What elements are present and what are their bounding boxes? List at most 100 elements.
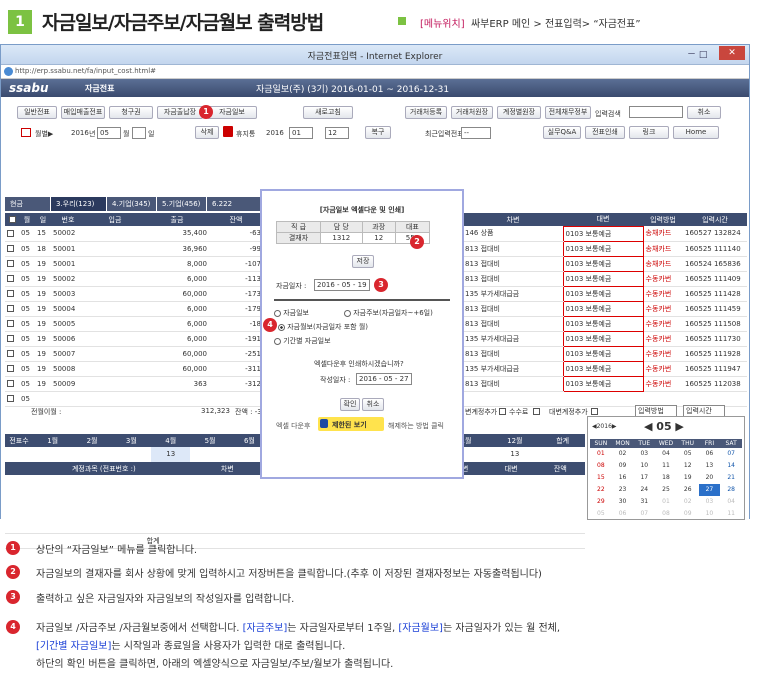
table-row[interactable] [463,391,747,407]
row-check[interactable] [5,226,19,242]
radio-monthly[interactable]: 자금월보(자금일자 포함 월) [278,322,368,332]
btn-cash-ledger[interactable]: 자금출납장 [157,106,203,119]
radio-weekly[interactable]: 자금주보(자금일자~+6일) [344,308,433,318]
row-check[interactable] [5,346,19,362]
calendar-day[interactable]: 10 [699,508,721,520]
table-row[interactable]: 813 접대비 0103 보통예금 수동카번 160525 111459 [463,300,747,317]
add-debit-check[interactable] [499,408,506,415]
calendar-day[interactable]: 22 [590,484,612,496]
calendar-day[interactable]: 23 [612,484,634,496]
calendar-day[interactable]: 26 [677,484,699,496]
row-check[interactable] [5,361,19,377]
tab-woori[interactable]: 3.우리(123) [51,197,107,211]
row-credit[interactable] [563,391,643,407]
row-check[interactable] [5,331,19,347]
btn-delete[interactable]: 삭제 [195,126,219,139]
table-row[interactable]: 813 접대비 0103 보통예금 수동카번 160525 112038 [463,375,747,392]
table-row[interactable]: 05 19 50009 363 -312 [5,376,263,392]
calendar-day[interactable]: 10 [633,460,655,472]
calendar-day[interactable]: 09 [677,508,699,520]
calendar-day[interactable]: 02 [612,448,634,460]
grid-header-check[interactable] [5,213,19,226]
cancel-button[interactable]: 취소 [362,398,384,411]
search-input[interactable] [629,106,683,118]
row-check[interactable] [5,376,19,392]
btn-customer-register[interactable]: 거래처등록 [405,106,447,119]
kind-label[interactable]: 월별▶ [35,129,53,139]
table-row[interactable]: 05 19 50002 6,000 -113 [5,271,263,287]
calendar-day[interactable]: 05 [677,448,699,460]
row-credit[interactable]: 0103 보통예금 [562,240,644,257]
calendar-day[interactable]: 24 [633,484,655,496]
address-bar[interactable]: http://erp.ssabu.net/fa/input_cost.html# [1,65,749,79]
trash-month-to[interactable]: 12 [325,127,349,139]
table-row[interactable]: 05 19 50001 8,000 -107 [5,256,263,272]
btn-account-ledger[interactable]: 계정별원장 [497,106,541,119]
calendar-day[interactable]: 27 [698,484,721,496]
calendar-day[interactable]: 08 [590,460,612,472]
date-picker[interactable]: ◀2016▶ ◀ 05 ▶ SUN MON TUE WED THU FRI SAT 01 02 0… [587,416,745,520]
row-check[interactable] [5,256,19,272]
row-check[interactable] [5,241,19,257]
calendar-day[interactable]: 08 [655,508,677,520]
table-row[interactable]: 813 접대비 0103 보통예금 송채카드 160525 111140 [463,240,747,257]
add-credit-check[interactable] [591,408,598,415]
row-check[interactable] [5,316,19,332]
table-row[interactable]: 05 19 50004 6,000 -179 [5,301,263,317]
table-row[interactable]: 813 접대비 0103 보통예금 수동카번 160525 111928 [463,345,747,362]
table-row[interactable]: 135 부가세대급금 0103 보통예금 수동카번 160525 111428 [463,285,747,302]
calendar-day[interactable]: 21 [720,472,742,484]
row-check[interactable] [5,286,19,302]
calendar-month[interactable]: ◀ 05 ▶ [644,420,684,433]
calendar-year[interactable]: ◀2016▶ [592,423,617,430]
table-row[interactable]: 05 19 50007 60,000 -251 [5,346,263,362]
app-logo[interactable]: ssabu [9,81,49,95]
calendar-day[interactable]: 29 [590,496,612,508]
calendar-icon[interactable] [21,128,31,137]
table-row[interactable]: 05 18 50001 36,960 -99 [5,241,263,257]
btn-customer-ledger[interactable]: 거래처원장 [451,106,493,119]
ok-button[interactable]: 확인 [340,398,360,411]
table-row[interactable]: 05 19 50008 60,000 -311 [5,361,263,377]
calendar-day[interactable]: 04 [655,448,677,460]
trash-month-from[interactable]: 01 [289,127,313,139]
calendar-day[interactable]: 01 [655,496,677,508]
table-row[interactable]: 135 부가세대급금 0103 보통예금 수동카번 160525 111947 [463,360,747,377]
trash-icon[interactable] [223,126,233,137]
btn-cancel-search[interactable]: 취소 [687,106,721,119]
month-val-5[interactable]: 13 [151,447,191,463]
fee-check[interactable] [533,408,540,415]
calendar-day[interactable]: 31 [633,496,655,508]
calendar-day[interactable]: 05 [590,508,612,520]
btn-refresh[interactable]: 새로고침 [303,106,353,119]
row-credit[interactable]: 0103 보통예금 [562,285,644,302]
calendar-day[interactable]: 30 [612,496,634,508]
save-button[interactable]: 저장 [352,255,374,268]
btn-claim[interactable]: 청구권 [109,106,153,119]
calendar-day[interactable]: 20 [699,472,721,484]
approval-manager-input[interactable]: 12 [361,232,396,244]
table-row[interactable]: 146 상품 0103 보통예금 송채카드 160527 132824 [463,225,747,242]
row-check[interactable] [5,271,19,287]
month-val-6[interactable] [190,447,230,463]
month-val-3[interactable] [72,447,112,463]
table-row[interactable]: 05 19 50005 6,000 -18 [5,316,263,332]
calendar-day[interactable]: 03 [699,496,721,508]
table-row[interactable]: 05 19 50006 6,000 -191 [5,331,263,347]
row-check[interactable] [5,391,19,407]
row-credit[interactable]: 0103 보통예금 [562,300,644,317]
approval-staff-input[interactable]: 1312 [320,232,363,244]
table-row[interactable]: 813 접대비 0103 보통예금 수동카번 160525 111508 [463,315,747,332]
btn-debt-info[interactable]: 전체채무정부 [545,106,591,119]
tab-ibk-345[interactable]: 4.기업(345) [107,197,157,211]
table-row[interactable]: 813 접대비 0103 보통예금 송채카드 160524 165836 [463,255,747,272]
calendar-day[interactable]: 14 [720,460,742,472]
table-row[interactable]: 813 접대비 0103 보통예금 수동카번 160525 111409 [463,270,747,287]
day-input[interactable] [132,127,146,139]
recent-voucher-select[interactable]: -- [461,127,491,139]
btn-link[interactable]: 링크 [629,126,669,139]
tab-ibk-456[interactable]: 5.기업(456) [157,197,207,211]
row-credit[interactable]: 0103 보통예금 [562,315,644,332]
calendar-day[interactable]: 09 [612,460,634,472]
tab-222[interactable]: 6.222 [207,197,263,211]
